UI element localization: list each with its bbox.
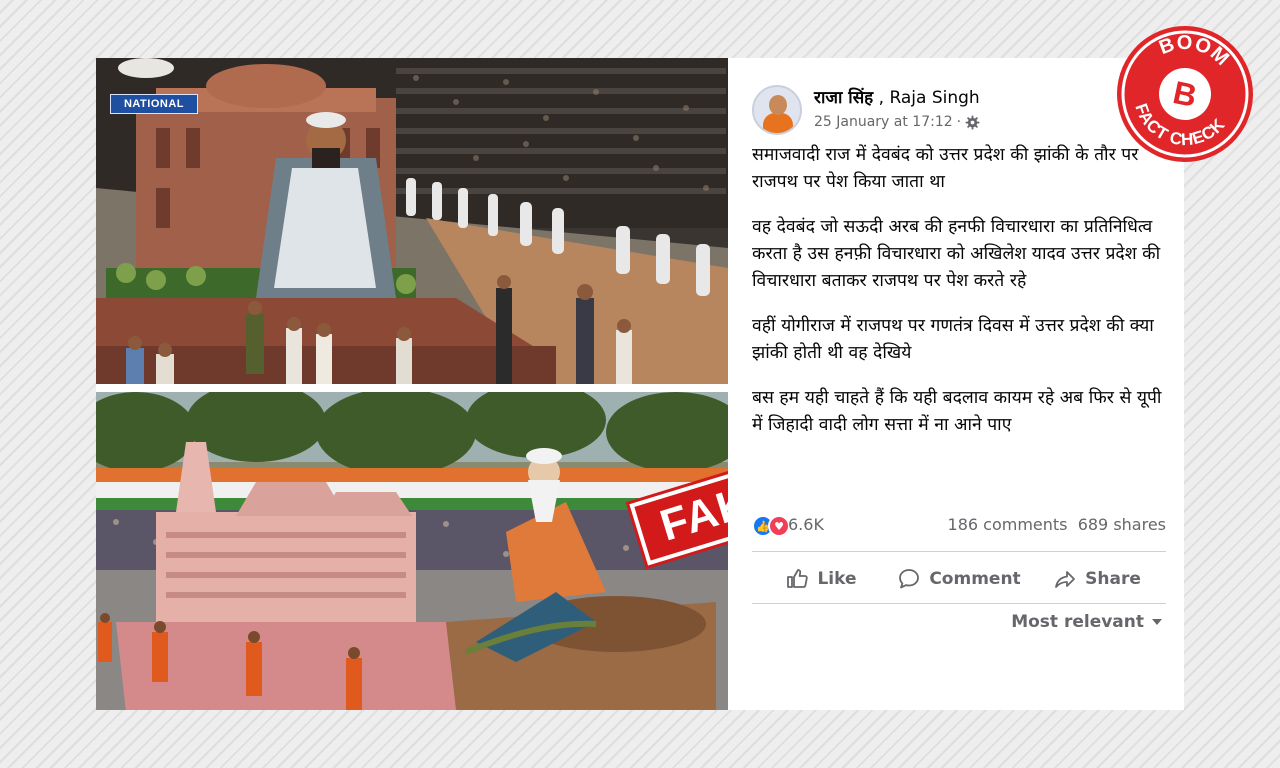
post-meta: 25 January at 17:12 ·	[814, 114, 980, 130]
author-name-hindi[interactable]: राजा सिंह	[814, 88, 873, 108]
top-parade-photo: NATIONAL	[96, 58, 728, 384]
author-name[interactable]: राजा सिंह , Raja Singh	[814, 85, 980, 108]
author-avatar[interactable]	[752, 85, 802, 135]
reactions-bar: 👍 ♥ 6.6K 186 comments 689 shares	[752, 513, 1166, 539]
divider-bottom	[752, 603, 1166, 604]
post-paragraph: वहीं योगीराज में राजपथ पर गणतंत्र दिवस म…	[752, 316, 1154, 363]
comment-label: Comment	[929, 569, 1021, 589]
share-arrow-icon	[1055, 571, 1076, 588]
reaction-icons[interactable]: 👍 ♥	[752, 515, 790, 537]
shares-count[interactable]: 689 shares	[1078, 515, 1166, 534]
comment-button[interactable]: Comment	[890, 555, 1028, 603]
author-name-separator: ,	[873, 88, 890, 108]
sort-label: Most relevant	[1011, 612, 1144, 632]
bottom-parade-photo: FAKE	[96, 392, 728, 710]
channel-overlay-label: NATIONAL	[110, 94, 198, 114]
engagement-counts: 186 comments 689 shares	[948, 515, 1166, 534]
author-name-english[interactable]: Raja Singh	[889, 88, 979, 108]
post-body: समाजवादी राज में देवबंद को उत्तर प्रदेश …	[752, 142, 1172, 457]
share-label: Share	[1085, 569, 1141, 589]
bottom-parade-image	[96, 392, 728, 710]
love-reaction-icon: ♥	[768, 515, 790, 537]
comment-bubble-icon	[899, 569, 920, 589]
post-actions: Like Comment Share	[752, 555, 1166, 603]
boom-fact-check-badge: BOOM B FACT CHECK	[1117, 25, 1253, 162]
like-label: Like	[817, 569, 857, 589]
avatar-face	[769, 95, 787, 115]
divider-top	[752, 551, 1166, 552]
thumbs-up-icon	[787, 569, 809, 588]
post-paragraph: समाजवादी राज में देवबंद को उत्तर प्रदेश …	[752, 145, 1139, 192]
share-button[interactable]: Share	[1028, 555, 1166, 603]
post-paragraph: बस हम यही चाहते हैं कि यही बदलाव कायम रह…	[752, 388, 1162, 435]
meta-separator: ·	[956, 114, 962, 130]
avatar-body	[763, 113, 793, 133]
reaction-count[interactable]: 6.6K	[788, 515, 824, 534]
post-paragraph: वह देवबंद जो सऊदी अरब की हनफी विचारधारा …	[752, 217, 1161, 291]
caret-down-icon	[1152, 619, 1162, 625]
comments-count[interactable]: 186 comments	[948, 515, 1068, 534]
post-timestamp[interactable]: 25 January at 17:12	[814, 114, 953, 130]
like-button[interactable]: Like	[752, 555, 890, 603]
privacy-gear-icon	[965, 114, 980, 130]
comment-sort-dropdown[interactable]: Most relevant	[1011, 612, 1162, 632]
